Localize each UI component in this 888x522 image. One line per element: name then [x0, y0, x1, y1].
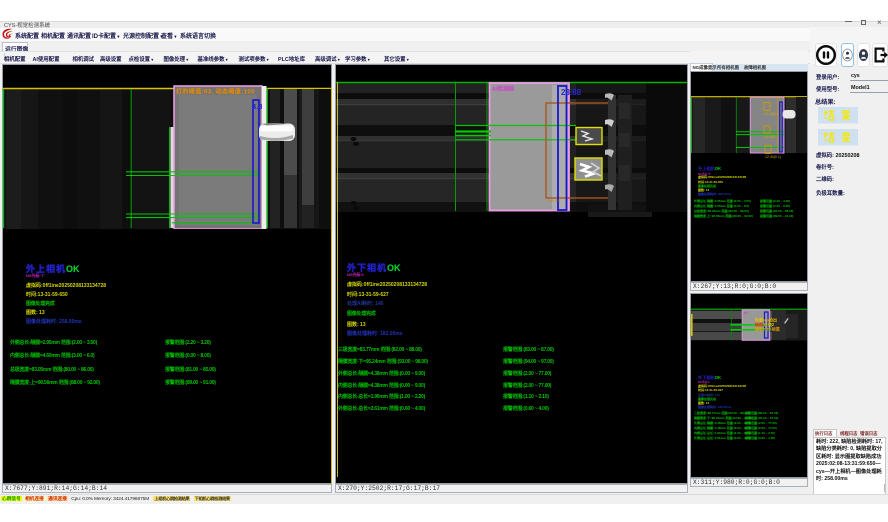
svg-text:AI: AI	[744, 311, 748, 315]
svg-text:AI检测框: AI检测框	[492, 85, 515, 93]
svg-text:提取0.87 标签: 提取0.87 标签	[755, 325, 781, 331]
svg-text:12.40(0.1): 12.40(0.1)	[765, 155, 781, 159]
svg-text:灯的阈值:93, 动态阈值:100: 灯的阈值:93, 动态阈值:100	[176, 88, 255, 96]
svg-text:23.88: 23.88	[561, 88, 582, 97]
svg-text:5.6 0.9: 5.6 0.9	[548, 198, 561, 203]
